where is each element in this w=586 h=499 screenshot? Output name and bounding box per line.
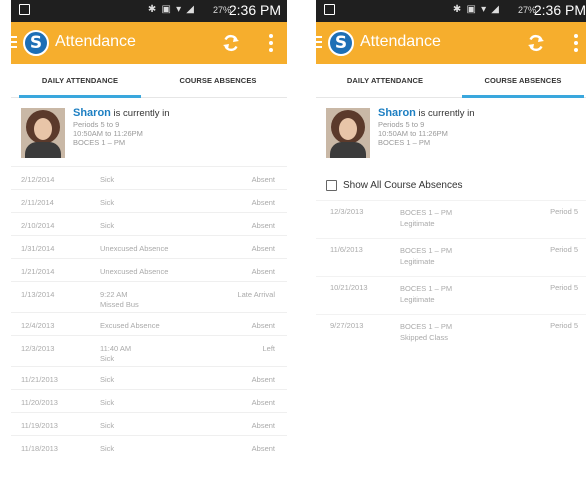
list-item[interactable]: 11/18/2013 Sick Absent <box>11 435 287 458</box>
status-icons: ✱ ▣ ▾ ◢ <box>452 4 500 15</box>
phone-screen-daily-attendance: ✱ ▣ ▾ ◢ 27% 2:36 PM S Attendance DAILY A… <box>11 0 287 499</box>
avatar <box>21 108 65 158</box>
list-item[interactable]: 2/11/2014 Sick Absent <box>11 189 287 212</box>
student-status-text: is currently in <box>110 108 170 119</box>
tab-daily-attendance[interactable]: DAILY ATTENDANCE <box>11 64 149 98</box>
clock: 2:36 PM <box>228 2 281 18</box>
show-all-label[interactable]: Show All Course Absences <box>343 180 463 191</box>
student-location: BOCES 1 – PM <box>73 138 126 147</box>
notification-icon <box>324 4 335 15</box>
student-location: BOCES 1 – PM <box>378 138 431 147</box>
list-item[interactable]: 11/21/2013 Sick Absent <box>11 366 287 389</box>
phone-screen-course-absences: ✱ ▣ ▾ ◢ 27% 2:36 PM S Attendance DAILY A… <box>316 0 586 499</box>
list-item[interactable]: 11/20/2013 Sick Absent <box>11 389 287 412</box>
student-name[interactable]: Sharon <box>378 107 416 119</box>
list-item[interactable]: 12/3/2013 BOCES 1 – PM Legitimate Period 5 <box>316 200 586 238</box>
list-item[interactable]: 1/13/2014 9:22 AM Missed Bus Late Arrival <box>11 281 287 312</box>
refresh-icon[interactable] <box>221 33 241 53</box>
overflow-menu-icon[interactable] <box>269 34 273 52</box>
tab-course-absences[interactable]: COURSE ABSENCES <box>149 64 287 97</box>
list-item[interactable]: 12/3/2013 11:40 AM Sick Left <box>11 335 287 366</box>
notification-icon <box>19 4 30 15</box>
page-title: Attendance <box>360 33 441 50</box>
list-item[interactable]: 2/10/2014 Sick Absent <box>11 212 287 235</box>
show-all-toggle-row[interactable]: Show All Course Absences <box>316 172 586 200</box>
status-bar: ✱ ▣ ▾ ◢ 27% 2:36 PM <box>11 0 287 22</box>
list-item[interactable]: 12/4/2013 Excused Absence Absent <box>11 312 287 335</box>
student-times: 10:50AM to 11:26PM <box>378 129 448 138</box>
list-item[interactable]: 11/19/2013 Sick Absent <box>11 412 287 435</box>
tab-course-absences[interactable]: COURSE ABSENCES <box>454 64 586 98</box>
student-status-text: is currently in <box>415 108 475 119</box>
student-name[interactable]: Sharon <box>73 107 111 119</box>
app-bar: S Attendance <box>316 22 586 64</box>
app-bar: S Attendance <box>11 22 287 64</box>
list-item[interactable]: 2/12/2014 Sick Absent <box>11 166 287 189</box>
list-item[interactable]: 1/21/2014 Unexcused Absence Absent <box>11 258 287 281</box>
show-all-checkbox[interactable] <box>326 180 337 191</box>
tab-bar: DAILY ATTENDANCE COURSE ABSENCES <box>11 64 287 98</box>
clock: 2:36 PM <box>533 2 586 18</box>
student-card: Sharon is currently in Periods 5 to 9 10… <box>316 98 586 166</box>
avatar <box>326 108 370 158</box>
app-logo: S <box>23 30 49 56</box>
course-absences-list: 12/3/2013 BOCES 1 – PM Legitimate Period 5 … <box>316 200 586 352</box>
list-item[interactable]: 1/31/2014 Unexcused Absence Absent <box>11 235 287 258</box>
list-item[interactable]: 9/27/2013 BOCES 1 – PM Skipped Class Period… <box>316 314 586 352</box>
app-logo: S <box>328 30 354 56</box>
tab-bar: DAILY ATTENDANCE COURSE ABSENCES <box>316 64 586 98</box>
page-title: Attendance <box>55 33 136 50</box>
status-icons: ✱ ▣ ▾ ◢ <box>147 4 195 15</box>
daily-attendance-list: 2/12/2014 Sick Absent 2/11/2014 Sick Absent … <box>11 166 287 458</box>
overflow-menu-icon[interactable] <box>574 34 578 52</box>
list-item[interactable]: 11/6/2013 BOCES 1 – PM Legitimate Period 5 <box>316 238 586 276</box>
tab-daily-attendance[interactable]: DAILY ATTENDANCE <box>316 64 454 97</box>
student-periods: Periods 5 to 9 <box>378 120 425 129</box>
refresh-icon[interactable] <box>526 33 546 53</box>
list-item[interactable]: 10/21/2013 BOCES 1 – PM Legitimate Period 5 <box>316 276 586 314</box>
menu-icon[interactable] <box>11 36 17 48</box>
student-times: 10:50AM to 11:26PM <box>73 129 143 138</box>
status-bar: ✱ ▣ ▾ ◢ 27% 2:36 PM <box>316 0 586 22</box>
student-card: Sharon is currently in Periods 5 to 9 10… <box>11 98 287 166</box>
student-periods: Periods 5 to 9 <box>73 120 120 129</box>
menu-icon[interactable] <box>316 36 322 48</box>
